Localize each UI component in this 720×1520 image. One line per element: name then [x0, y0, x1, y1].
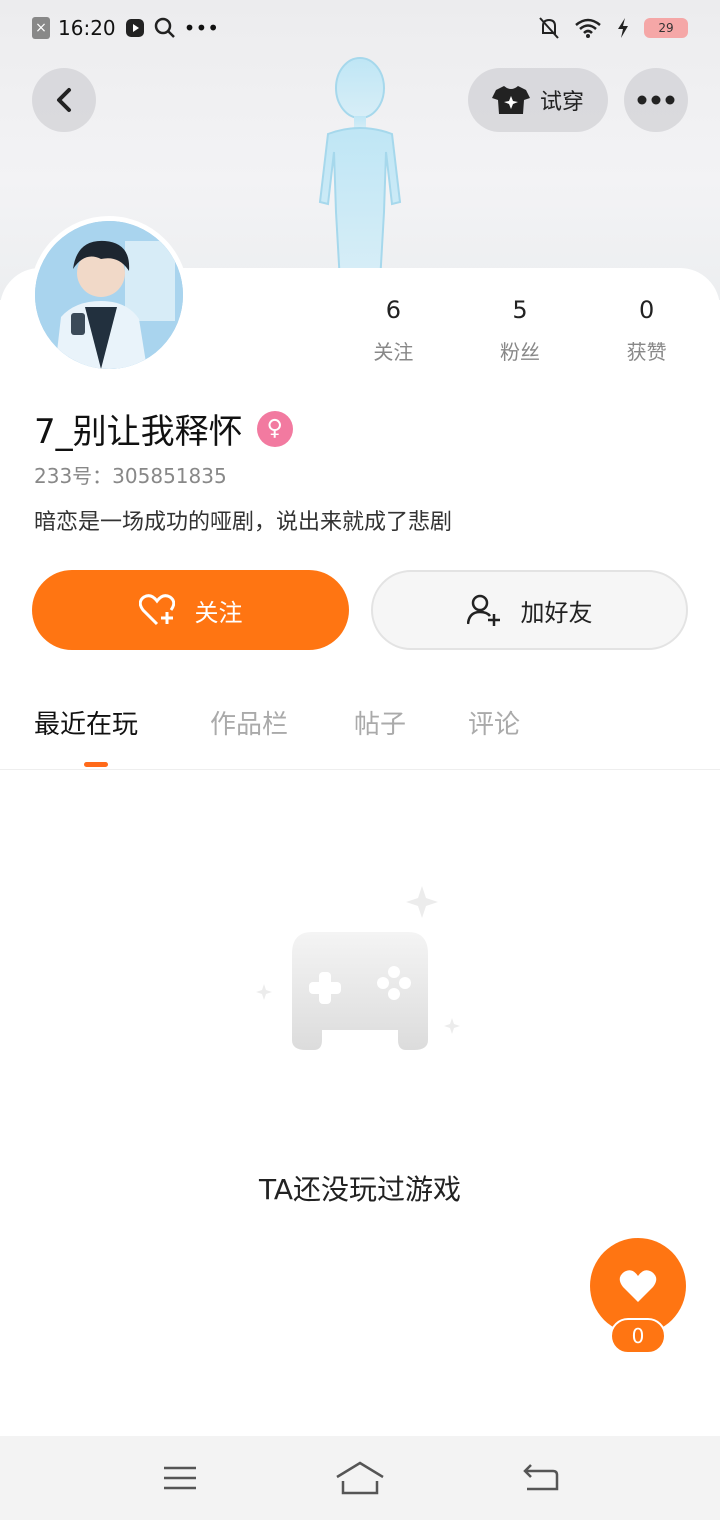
heart-plus-icon: [138, 594, 175, 626]
bell-off-icon: [539, 17, 559, 39]
tab-works[interactable]: 作品栏: [210, 704, 288, 741]
shirt-icon: [491, 86, 530, 114]
profile-stats: 6 关注 5 粉丝 0 获赞: [330, 296, 710, 365]
battery-icon: 29: [644, 18, 688, 38]
charging-icon: [618, 18, 628, 38]
wifi-icon: [575, 18, 601, 38]
try-on-button[interactable]: 试穿: [468, 68, 608, 132]
add-friend-label: 加好友: [520, 598, 593, 627]
tab-recently-played[interactable]: 最近在玩: [34, 704, 138, 741]
add-friend-button[interactable]: 加好友: [371, 570, 688, 650]
status-bar: × 16:20 ••• 29: [0, 0, 720, 56]
back-arrow-icon: [523, 1464, 559, 1491]
notification-x-icon: ×: [32, 17, 50, 39]
stat-likes-value: 0: [639, 296, 655, 324]
more-horizontal-icon: [637, 95, 675, 105]
tab-posts[interactable]: 帖子: [354, 704, 406, 741]
more-button[interactable]: [624, 68, 688, 132]
stat-followers-value: 5: [512, 296, 528, 324]
follow-label: 关注: [194, 598, 243, 627]
profile-tabs: 最近在玩 作品栏 帖子 评论: [0, 696, 720, 770]
stat-following-value: 6: [385, 296, 401, 324]
menu-icon: [164, 1466, 196, 1490]
status-time: 16:20: [58, 16, 116, 40]
nav-home-button[interactable]: [330, 1448, 390, 1508]
bio: 暗恋是一场成功的哑剧，说出来就成了悲剧: [34, 510, 453, 535]
username-row: 7_别让我释怀 ♀: [34, 404, 293, 453]
tab-comments[interactable]: 评论: [468, 704, 520, 741]
system-nav-bar: [0, 1436, 720, 1520]
stat-followers-label: 粉丝: [500, 340, 540, 364]
play-icon: [125, 19, 144, 37]
avatar[interactable]: [30, 216, 188, 374]
stat-following[interactable]: 6 关注: [330, 296, 457, 365]
more-dots-icon: •••: [183, 16, 220, 40]
empty-state-message: TA还没玩过游戏: [258, 1173, 462, 1206]
avatar-3d-figure: [318, 57, 402, 282]
heart-icon: [619, 1270, 657, 1302]
like-count: 0: [610, 1318, 666, 1354]
follow-button[interactable]: 关注: [32, 570, 349, 650]
active-tab-indicator: [84, 762, 108, 767]
stat-likes[interactable]: 0 获赞: [583, 296, 710, 365]
female-icon: ♀: [256, 410, 293, 447]
username: 7_别让我释怀: [34, 412, 243, 452]
search-icon: [154, 17, 175, 38]
stat-followers[interactable]: 5 粉丝: [457, 296, 584, 365]
avatar-image: [35, 221, 183, 369]
nav-menu-button[interactable]: [150, 1448, 210, 1508]
user-id: 233号：305851835: [34, 464, 227, 488]
chevron-left-icon: [57, 88, 71, 112]
try-on-label: 试穿: [539, 90, 584, 115]
battery-level: 29: [658, 21, 674, 35]
stat-following-label: 关注: [373, 340, 414, 364]
home-icon: [336, 1461, 384, 1495]
add-user-icon: [466, 594, 500, 626]
nav-back-button[interactable]: [510, 1448, 570, 1508]
stat-likes-label: 获赞: [626, 340, 667, 364]
gamepad-icon: [256, 886, 460, 1050]
back-button[interactable]: [32, 68, 96, 132]
